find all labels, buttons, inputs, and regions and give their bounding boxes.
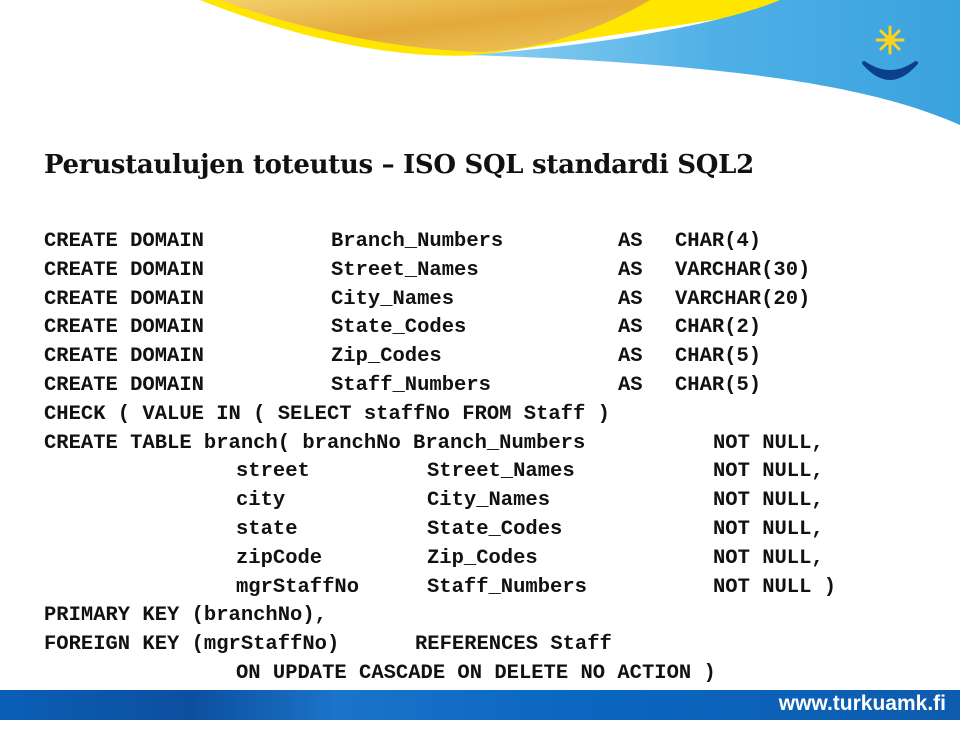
domain-name: Street_Names bbox=[331, 258, 479, 282]
column-type: Staff_Numbers bbox=[427, 575, 587, 599]
check-clause: CHECK ( VALUE IN ( SELECT staffNo FROM S… bbox=[44, 402, 610, 426]
keyword: CREATE DOMAIN bbox=[44, 287, 204, 311]
keyword: CREATE DOMAIN bbox=[44, 258, 204, 282]
as-keyword: AS bbox=[618, 316, 643, 340]
column-name: mgrStaffNo bbox=[236, 575, 360, 599]
keyword: CREATE DOMAIN bbox=[44, 316, 204, 340]
column-type: Zip_Codes bbox=[427, 546, 538, 570]
domain-type: CHAR(5) bbox=[675, 373, 762, 397]
column-constraint: NOT NULL, bbox=[713, 517, 824, 541]
foreign-key-line: FOREIGN KEY (mgrStaffNo) REFERENCES Staf… bbox=[44, 631, 612, 660]
smile-icon bbox=[862, 61, 918, 80]
domain-name: Branch_Numbers bbox=[331, 230, 504, 253]
domain-line: CREATE DOMAIN Zip_Codes AS CHAR(5) bbox=[44, 343, 761, 372]
column-name: zipCode bbox=[236, 546, 323, 570]
domain-name: City_Names bbox=[331, 287, 455, 311]
domain-type: VARCHAR(30) bbox=[675, 258, 811, 282]
keyword: CREATE DOMAIN bbox=[44, 373, 204, 397]
column-constraint: NOT NULL, bbox=[713, 431, 824, 455]
as-keyword: AS bbox=[618, 230, 643, 253]
sql-code-block: CREATE DOMAIN Branch_Numbers AS CHAR(4) … bbox=[44, 228, 836, 689]
domain-name: Zip_Codes bbox=[331, 345, 442, 369]
as-keyword: AS bbox=[618, 345, 643, 369]
primary-key-line: PRIMARY KEY (branchNo), bbox=[44, 602, 327, 631]
referential-action-clause: ON UPDATE CASCADE ON DELETE NO ACTION ) bbox=[236, 661, 716, 685]
column-constraint: NOT NULL ) bbox=[713, 575, 837, 599]
header-banner bbox=[0, 0, 960, 125]
column-type: State_Codes bbox=[427, 517, 563, 541]
slide-title: Perustaulujen toteutus – ISO SQL standar… bbox=[44, 150, 754, 180]
domain-type: CHAR(2) bbox=[675, 316, 762, 340]
column-line: state State_Codes NOT NULL, bbox=[44, 516, 824, 545]
column-constraint: NOT NULL, bbox=[713, 460, 824, 484]
column-name: city bbox=[236, 489, 286, 513]
primary-key-clause: PRIMARY KEY (branchNo), bbox=[44, 604, 327, 628]
column-line: street Street_Names NOT NULL, bbox=[44, 458, 824, 487]
domain-type: VARCHAR(20) bbox=[675, 287, 811, 311]
turkuamk-logo-icon bbox=[862, 25, 918, 80]
create-table-clause: CREATE TABLE branch( branchNo Branch_Num… bbox=[44, 431, 586, 455]
on-clause-line: ON UPDATE CASCADE ON DELETE NO ACTION ) bbox=[44, 660, 716, 689]
column-name: state bbox=[236, 517, 298, 541]
column-type: City_Names bbox=[427, 489, 551, 513]
domain-line: CREATE DOMAIN Branch_Numbers AS CHAR(4) bbox=[44, 228, 761, 257]
as-keyword: AS bbox=[618, 287, 643, 311]
as-keyword: AS bbox=[618, 373, 643, 397]
as-keyword: AS bbox=[618, 258, 643, 282]
keyword: CREATE DOMAIN bbox=[44, 230, 204, 253]
references-clause: REFERENCES Staff bbox=[415, 633, 612, 657]
column-constraint: NOT NULL, bbox=[713, 546, 824, 570]
domain-type: CHAR(4) bbox=[675, 230, 762, 253]
domain-line: CREATE DOMAIN City_Names AS VARCHAR(20) bbox=[44, 286, 810, 315]
domain-name: State_Codes bbox=[331, 316, 467, 340]
create-table-line: CREATE TABLE branch( branchNo Branch_Num… bbox=[44, 430, 824, 459]
check-line: CHECK ( VALUE IN ( SELECT staffNo FROM S… bbox=[44, 401, 610, 430]
foreign-key-clause: FOREIGN KEY (mgrStaffNo) bbox=[44, 633, 340, 657]
domain-name: Staff_Numbers bbox=[331, 373, 491, 397]
domain-line: CREATE DOMAIN Staff_Numbers AS CHAR(5) bbox=[44, 372, 761, 401]
column-name: street bbox=[236, 460, 310, 484]
domain-line: CREATE DOMAIN State_Codes AS CHAR(2) bbox=[44, 314, 761, 343]
column-line: city City_Names NOT NULL, bbox=[44, 487, 824, 516]
footer-url: www.turkuamk.fi bbox=[778, 692, 946, 715]
keyword: CREATE DOMAIN bbox=[44, 345, 204, 369]
domain-line: CREATE DOMAIN Street_Names AS VARCHAR(30… bbox=[44, 257, 810, 286]
footer-bar: www.turkuamk.fi bbox=[0, 690, 960, 720]
column-type: Street_Names bbox=[427, 460, 575, 484]
domain-type: CHAR(5) bbox=[675, 345, 762, 369]
column-line: zipCode Zip_Codes NOT NULL, bbox=[44, 545, 824, 574]
column-constraint: NOT NULL, bbox=[713, 489, 824, 513]
column-line: mgrStaffNo Staff_Numbers NOT NULL ) bbox=[44, 574, 836, 603]
